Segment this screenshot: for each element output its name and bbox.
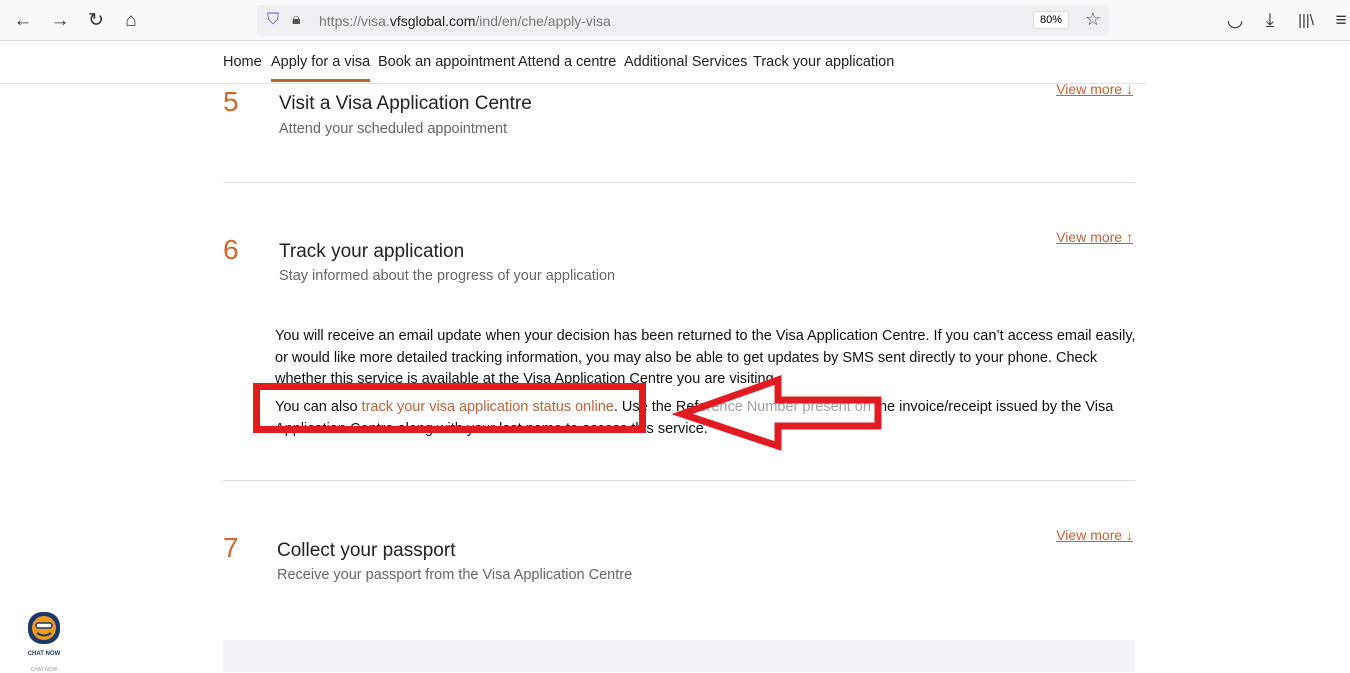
- url-text: https://visa.vfsglobal.com/ind/en/che/ap…: [319, 13, 611, 29]
- nav-additional-services[interactable]: Additional Services: [624, 54, 747, 70]
- back-icon[interactable]: ←: [10, 8, 36, 34]
- step-title: Track your application: [279, 241, 465, 262]
- chat-logo-icon: [28, 612, 60, 644]
- address-bar[interactable]: ⛉ 🔒︎ https://visa.vfsglobal.com/ind/en/c…: [257, 5, 1109, 36]
- nav-home[interactable]: Home: [223, 54, 262, 70]
- lock-icon: 🔒︎: [292, 11, 301, 28]
- star-icon[interactable]: ☆: [1085, 9, 1101, 30]
- forward-icon[interactable]: →: [47, 8, 73, 34]
- reload-icon[interactable]: ↻: [83, 8, 109, 34]
- zoom-level[interactable]: 80%: [1032, 11, 1069, 29]
- nav-track-application[interactable]: Track your application: [753, 54, 894, 70]
- chat-now-sub: CHAT NOW: [30, 667, 58, 673]
- home-icon[interactable]: ⌂: [118, 8, 144, 34]
- view-more-link[interactable]: View more ↑: [1056, 229, 1133, 245]
- divider: [223, 480, 1135, 481]
- step-subtitle: Receive your passport from the Visa Appl…: [277, 567, 633, 583]
- step-subtitle: Attend your scheduled appointment: [279, 121, 508, 137]
- shield-icon: ⛉: [267, 11, 280, 28]
- chat-now-widget[interactable]: CHAT NOW CHAT NOW: [22, 610, 66, 673]
- step-number: 5: [223, 86, 239, 117]
- view-more-link[interactable]: View more ↓: [1056, 527, 1133, 543]
- browser-toolbar: ← → ↻ ⌂ ⛉ 🔒︎ https://visa.vfsglobal.com/…: [0, 0, 1350, 41]
- download-icon[interactable]: ⤓: [1257, 8, 1283, 34]
- footer-band: [223, 640, 1135, 672]
- step-number: 6: [223, 234, 239, 265]
- step-number: 7: [223, 532, 239, 563]
- annotation-box: [253, 383, 646, 433]
- annotation-arrow-icon: [671, 375, 882, 451]
- library-icon[interactable]: |||\: [1293, 8, 1319, 34]
- step-title: Collect your passport: [277, 540, 456, 561]
- nav-attend-centre[interactable]: Attend a centre: [518, 54, 616, 70]
- divider: [223, 182, 1135, 183]
- nav-apply-for-visa[interactable]: Apply for a visa: [271, 54, 371, 82]
- step-title: Visit a Visa Application Centre: [279, 93, 532, 114]
- nav-book-appointment[interactable]: Book an appointment: [378, 54, 515, 70]
- site-nav: Home Apply for a visa Book an appointmen…: [0, 41, 1147, 84]
- view-more-link[interactable]: View more ↓: [1056, 81, 1133, 97]
- menu-icon[interactable]: ≡: [1328, 8, 1350, 34]
- pocket-icon[interactable]: ◡: [1222, 8, 1248, 34]
- chat-now-label: CHAT NOW: [27, 651, 61, 657]
- step-subtitle: Stay informed about the progress of your…: [279, 268, 616, 284]
